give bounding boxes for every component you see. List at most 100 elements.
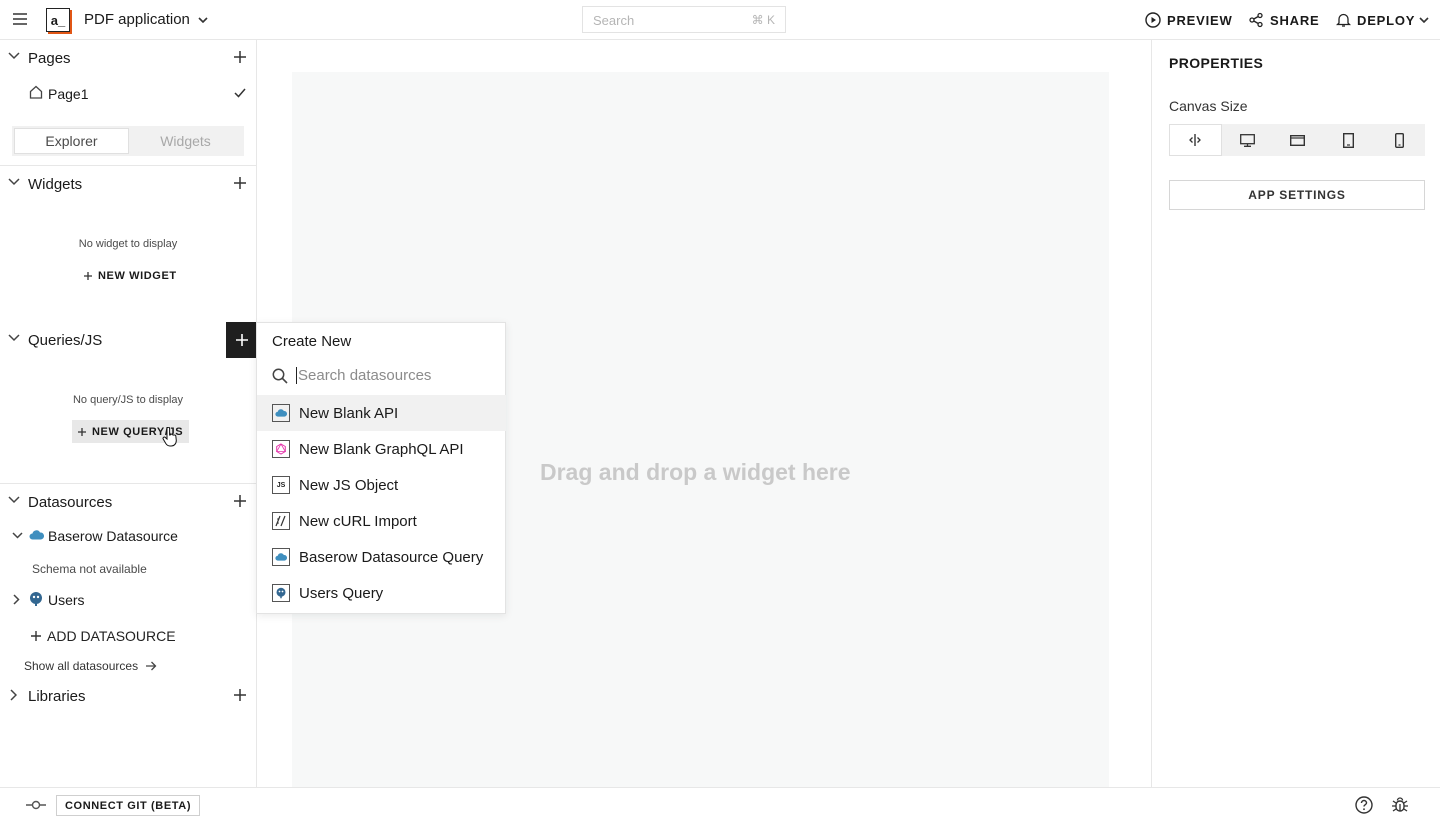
search-placeholder: Search bbox=[593, 13, 635, 28]
search-placeholder: Search datasources bbox=[296, 367, 432, 384]
search-input[interactable]: Search ⌘ K bbox=[582, 6, 786, 33]
mobile-size-option[interactable] bbox=[1374, 124, 1425, 156]
menu-item-new-js-object[interactable]: JS New JS Object bbox=[257, 467, 506, 503]
git-commit-icon bbox=[26, 799, 46, 811]
bottom-bar: CONNECT GIT (BETA) bbox=[0, 787, 1440, 821]
search-shortcut: ⌘ K bbox=[751, 13, 775, 27]
add-page-plus-icon[interactable] bbox=[234, 51, 246, 63]
pages-title: Pages bbox=[28, 49, 71, 67]
explorer-sidebar: Pages Page1 Explorer Widgets Widgets No … bbox=[0, 40, 257, 787]
postgres-icon bbox=[28, 591, 44, 607]
datasources-section-header[interactable]: Datasources bbox=[0, 484, 256, 520]
page-label: Page1 bbox=[48, 86, 89, 102]
plus-icon bbox=[78, 427, 86, 436]
menu-item-label: New Blank API bbox=[299, 404, 399, 422]
schema-unavailable-text: Schema not available bbox=[32, 562, 147, 576]
cloud-icon bbox=[29, 530, 44, 540]
preview-label: PREVIEW bbox=[1167, 12, 1233, 28]
chevron-down-icon bbox=[12, 532, 23, 539]
widgets-section-header[interactable]: Widgets bbox=[0, 166, 256, 202]
menu-item-new-curl-import[interactable]: New cURL Import bbox=[257, 503, 506, 539]
datasource-item-baserow[interactable]: Baserow Datasource bbox=[0, 520, 256, 552]
plus-icon bbox=[31, 631, 41, 641]
menu-item-users-query[interactable]: Users Query bbox=[257, 575, 506, 611]
share-button[interactable]: SHARE bbox=[1248, 12, 1320, 28]
show-all-datasources-link[interactable]: Show all datasources bbox=[24, 659, 157, 673]
queries-empty-text: No query/JS to display bbox=[72, 394, 184, 406]
cloud-api-icon bbox=[272, 548, 290, 566]
tablet-portrait-icon bbox=[1343, 132, 1355, 148]
graphql-icon bbox=[272, 440, 290, 458]
add-library-plus-icon[interactable] bbox=[234, 689, 246, 701]
tablet-landscape-icon bbox=[1290, 134, 1306, 146]
app-settings-button[interactable]: APP SETTINGS bbox=[1169, 180, 1425, 210]
desktop-icon bbox=[1239, 133, 1255, 147]
pages-section-header[interactable]: Pages bbox=[0, 40, 256, 76]
menu-item-baserow-query[interactable]: Baserow Datasource Query bbox=[257, 539, 506, 575]
queries-section-header[interactable]: Queries/JS bbox=[0, 322, 256, 358]
menu-item-label: New cURL Import bbox=[299, 512, 417, 530]
deploy-button[interactable]: DEPLOY bbox=[1336, 12, 1415, 28]
chevron-right-icon bbox=[13, 594, 20, 605]
app-name: PDF application bbox=[84, 11, 190, 28]
bug-icon[interactable] bbox=[1391, 796, 1409, 814]
tablet-portrait-size-option[interactable] bbox=[1323, 124, 1374, 156]
canvas-size-label: Canvas Size bbox=[1169, 98, 1248, 114]
tab-widgets[interactable]: Widgets bbox=[129, 128, 242, 154]
top-bar: a_ PDF application Search ⌘ K PREVIEW SH… bbox=[0, 0, 1440, 40]
js-object-icon: JS bbox=[272, 476, 290, 494]
tab-explorer[interactable]: Explorer bbox=[14, 128, 129, 154]
fluid-width-option[interactable] bbox=[1169, 124, 1222, 156]
menu-item-label: New JS Object bbox=[299, 476, 399, 494]
libraries-title: Libraries bbox=[28, 687, 86, 705]
datasources-title: Datasources bbox=[28, 493, 113, 511]
properties-panel: PROPERTIES Canvas Size APP SETTINGS bbox=[1151, 40, 1440, 787]
widgets-empty-text: No widget to display bbox=[78, 238, 178, 250]
connect-git-button[interactable]: CONNECT GIT (BETA) bbox=[56, 795, 201, 816]
explorer-widgets-tabs: Explorer Widgets bbox=[12, 126, 244, 156]
datasource-search-input[interactable]: Search datasources bbox=[272, 367, 431, 384]
new-widget-button[interactable]: NEW WIDGET bbox=[84, 270, 177, 282]
fluid-width-icon bbox=[1188, 134, 1202, 146]
deploy-chevron-down-icon[interactable] bbox=[1419, 17, 1429, 23]
add-widget-plus-icon[interactable] bbox=[234, 177, 246, 189]
check-icon bbox=[234, 88, 246, 98]
menu-item-label: Baserow Datasource Query bbox=[299, 548, 484, 566]
hamburger-menu-icon[interactable] bbox=[12, 12, 28, 26]
menu-item-label: Users Query bbox=[299, 584, 384, 602]
libraries-section-header[interactable]: Libraries bbox=[0, 678, 256, 714]
desktop-size-option[interactable] bbox=[1222, 124, 1273, 156]
play-circle-icon bbox=[1145, 12, 1161, 28]
curl-icon bbox=[272, 512, 290, 530]
preview-button[interactable]: PREVIEW bbox=[1145, 12, 1233, 28]
bell-icon bbox=[1336, 12, 1351, 28]
cloud-api-icon bbox=[272, 404, 290, 422]
add-datasource-plus-icon[interactable] bbox=[234, 495, 246, 507]
datasource-item-users[interactable]: Users bbox=[0, 586, 256, 614]
create-new-menu: Create New Search datasources New Blank … bbox=[256, 322, 506, 614]
arrow-right-icon bbox=[146, 661, 157, 671]
menu-item-label: New Blank GraphQL API bbox=[299, 440, 464, 458]
share-label: SHARE bbox=[1270, 12, 1320, 28]
app-name-dropdown[interactable]: PDF application bbox=[84, 11, 208, 28]
menu-item-new-graphql-api[interactable]: New Blank GraphQL API bbox=[257, 431, 506, 467]
properties-title: PROPERTIES bbox=[1169, 55, 1264, 71]
chevron-down-icon bbox=[8, 178, 20, 186]
add-query-plus-button[interactable] bbox=[226, 322, 257, 358]
plus-icon bbox=[84, 272, 92, 280]
datasource-label: Baserow Datasource bbox=[48, 528, 178, 544]
chevron-down-icon bbox=[8, 496, 20, 504]
drop-hint-text: Drag and drop a widget here bbox=[540, 459, 851, 485]
chevron-down-icon bbox=[8, 52, 20, 60]
widgets-title: Widgets bbox=[28, 175, 83, 193]
page-item-page1[interactable]: Page1 bbox=[0, 78, 256, 110]
mobile-icon bbox=[1395, 132, 1405, 148]
menu-item-new-blank-api[interactable]: New Blank API bbox=[257, 395, 506, 431]
tablet-landscape-size-option[interactable] bbox=[1273, 124, 1324, 156]
help-icon[interactable] bbox=[1355, 796, 1373, 814]
deploy-label: DEPLOY bbox=[1357, 12, 1416, 28]
chevron-right-icon bbox=[10, 689, 17, 701]
postgres-icon bbox=[272, 584, 290, 602]
add-datasource-button[interactable]: ADD DATASOURCE bbox=[31, 628, 176, 644]
app-logo[interactable]: a_ bbox=[46, 8, 70, 32]
